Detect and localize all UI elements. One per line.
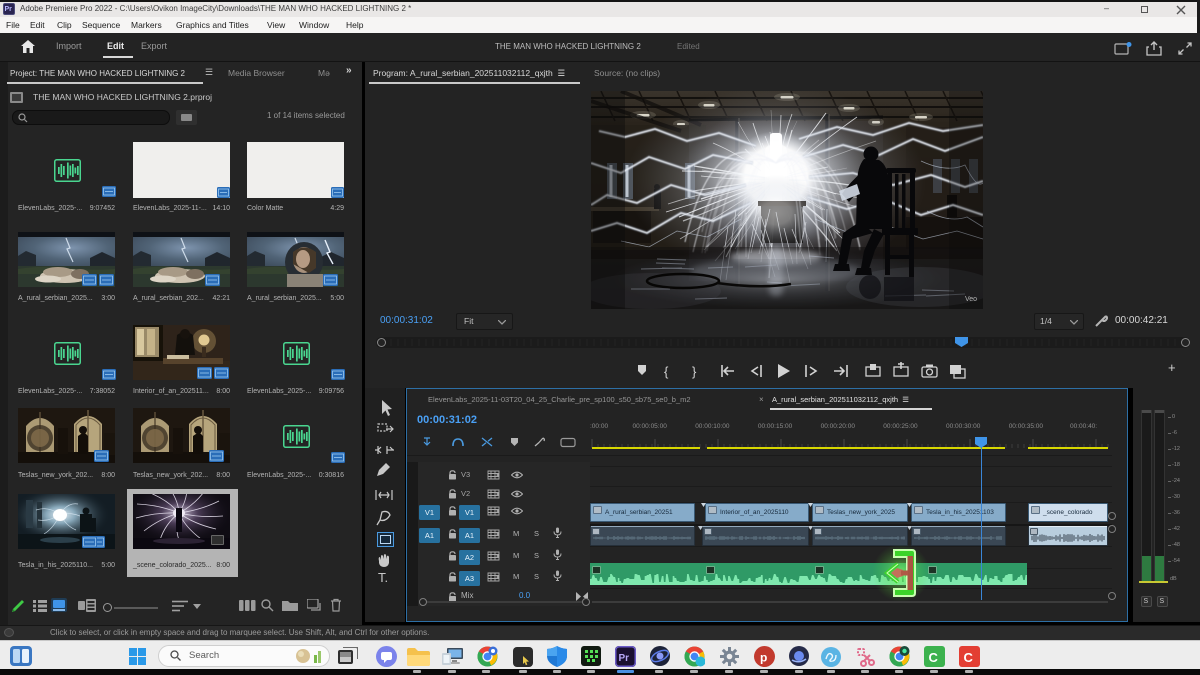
svg-text:Pr: Pr [619, 653, 630, 664]
svg-text:p: p [760, 651, 767, 665]
svg-text:C: C [929, 650, 939, 665]
svg-text:C: C [964, 650, 974, 665]
svg-text:Veo: Veo [965, 296, 977, 303]
svg-text:}: } [692, 364, 697, 379]
svg-text:{: { [664, 364, 669, 379]
